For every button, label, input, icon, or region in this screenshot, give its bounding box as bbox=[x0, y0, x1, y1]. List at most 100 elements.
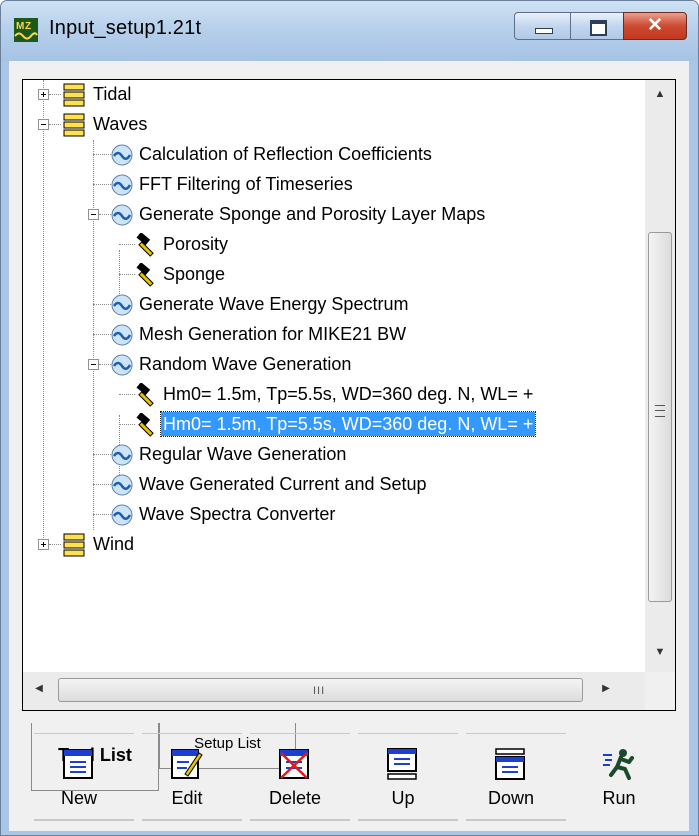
hammer-icon bbox=[136, 233, 154, 257]
divider bbox=[358, 819, 458, 821]
tree-item-label: Hm0= 1.5m, Tp=5.5s, WD=360 deg. N, WL= + bbox=[159, 411, 537, 437]
hammer-icon bbox=[136, 383, 154, 407]
mike-zero-app-icon: M Z bbox=[14, 18, 38, 42]
tree-item-mesh-generation[interactable]: Mesh Generation for MIKE21 BW bbox=[23, 320, 623, 350]
scroll-down-icon[interactable]: ▼ bbox=[645, 646, 675, 658]
vertical-scrollbar[interactable]: ▲ ▼ bbox=[645, 80, 675, 672]
window-title: Input_setup1.21t bbox=[49, 17, 202, 39]
edit-document-icon bbox=[171, 749, 203, 779]
tree-content: Tidal Waves Calculation of Reflection Co… bbox=[23, 80, 645, 672]
divider bbox=[466, 819, 566, 821]
scroll-up-icon[interactable]: ▲ bbox=[645, 88, 675, 100]
divider bbox=[34, 733, 134, 734]
tree-line bbox=[49, 94, 61, 95]
horizontal-scroll-thumb[interactable]: III bbox=[58, 678, 583, 702]
up-button[interactable]: Up bbox=[353, 733, 458, 823]
maximize-button[interactable] bbox=[570, 12, 624, 40]
wave-tool-icon bbox=[111, 324, 133, 346]
tree-line bbox=[93, 334, 111, 335]
vertical-scroll-thumb[interactable] bbox=[648, 232, 672, 602]
tree-item-reflection-coefficients[interactable]: Calculation of Reflection Coefficients bbox=[23, 140, 623, 170]
divider bbox=[466, 733, 566, 734]
hammer-icon bbox=[136, 263, 154, 287]
tree-item-porosity[interactable]: Porosity bbox=[23, 230, 623, 260]
scroll-left-icon[interactable]: ◀ bbox=[31, 683, 47, 694]
folder-stack-icon bbox=[63, 83, 85, 107]
folder-stack-icon bbox=[63, 533, 85, 557]
delete-button-label: Delete bbox=[268, 788, 322, 808]
tree-item-label: Wave Spectra Converter bbox=[139, 504, 336, 524]
tree-item-label: Hm0= 1.5m, Tp=5.5s, WD=360 deg. N, WL= + bbox=[163, 384, 534, 404]
wave-tool-icon bbox=[111, 504, 133, 526]
tree-item-label: Wave Generated Current and Setup bbox=[139, 474, 427, 494]
wave-tool-icon bbox=[111, 174, 133, 196]
new-button-label: New bbox=[60, 788, 97, 808]
wave-tool-icon bbox=[111, 354, 133, 376]
tree-item-wave-spectra-converter[interactable]: Wave Spectra Converter bbox=[23, 500, 623, 530]
wave-tool-icon bbox=[111, 474, 133, 496]
tree-line bbox=[99, 214, 111, 215]
tree-item-label: Calculation of Reflection Coefficients bbox=[139, 144, 432, 164]
close-button[interactable]: ✕ bbox=[623, 12, 687, 40]
wave-tool-icon bbox=[111, 204, 133, 226]
tree-item-wave-generated-current[interactable]: Wave Generated Current and Setup bbox=[23, 470, 623, 500]
tree-item-label: Generate Wave Energy Spectrum bbox=[139, 294, 409, 314]
run-button[interactable]: Run bbox=[569, 733, 669, 823]
tree-line bbox=[49, 124, 61, 125]
tree-line bbox=[99, 364, 111, 365]
minimize-icon bbox=[535, 28, 553, 34]
tree-item-label: Porosity bbox=[163, 234, 229, 254]
delete-button[interactable]: Delete bbox=[245, 733, 350, 823]
scrollbar-corner bbox=[645, 672, 675, 710]
folder-stack-icon bbox=[63, 113, 85, 137]
divider bbox=[358, 733, 458, 734]
collapse-icon[interactable] bbox=[38, 119, 49, 130]
expand-icon[interactable] bbox=[38, 89, 49, 100]
maximize-icon bbox=[590, 20, 607, 36]
grip-icon: III bbox=[313, 685, 326, 697]
tree-item-regular-wave-generation[interactable]: Regular Wave Generation bbox=[23, 440, 623, 470]
tree-item-label: Regular Wave Generation bbox=[139, 444, 347, 464]
tree-item-sponge-porosity-maps[interactable]: Generate Sponge and Porosity Layer Maps bbox=[23, 200, 623, 230]
tree-item-label: Waves bbox=[93, 114, 148, 134]
action-toolbar: New Edit Delete Up Down Run bbox=[29, 733, 679, 823]
run-button-label: Run bbox=[602, 788, 636, 808]
tree-item-sponge[interactable]: Sponge bbox=[23, 260, 623, 290]
tree-line bbox=[119, 394, 135, 395]
tree-item-wind[interactable]: Wind bbox=[23, 530, 623, 560]
tree-item-waves[interactable]: Waves bbox=[23, 110, 623, 140]
down-button[interactable]: Down bbox=[461, 733, 566, 823]
expand-icon[interactable] bbox=[38, 539, 49, 550]
svg-text:Z: Z bbox=[25, 21, 31, 32]
close-icon: ✕ bbox=[647, 15, 663, 36]
svg-text:M: M bbox=[16, 21, 24, 32]
tree-item-wave-energy-spectrum[interactable]: Generate Wave Energy Spectrum bbox=[23, 290, 623, 320]
new-button[interactable]: New bbox=[29, 733, 134, 823]
tree-line bbox=[93, 454, 111, 455]
tree-item-random-wave-setup-selected[interactable]: Hm0= 1.5m, Tp=5.5s, WD=360 deg. N, WL= + bbox=[23, 410, 645, 440]
scroll-right-icon[interactable]: ▶ bbox=[598, 683, 614, 694]
divider bbox=[34, 819, 134, 821]
tree-item-random-wave-generation[interactable]: Random Wave Generation bbox=[23, 350, 623, 380]
tree-item-label: Wind bbox=[93, 534, 135, 554]
tree-item-random-wave-setup[interactable]: Hm0= 1.5m, Tp=5.5s, WD=360 deg. N, WL= + bbox=[23, 380, 645, 410]
collapse-icon[interactable] bbox=[88, 359, 99, 370]
tree-item-tidal[interactable]: Tidal bbox=[23, 80, 623, 110]
edit-button-label: Edit bbox=[171, 788, 203, 808]
horizontal-scrollbar[interactable]: ◀ III ▶ bbox=[23, 672, 645, 710]
tool-tree[interactable]: Tidal Waves Calculation of Reflection Co… bbox=[22, 79, 676, 711]
app-window: M Z Input_setup1.21t ✕ Tidal Waves Calcu… bbox=[0, 0, 699, 836]
edit-button[interactable]: Edit bbox=[137, 733, 242, 823]
hammer-icon bbox=[136, 413, 154, 437]
title-bar[interactable]: M Z Input_setup1.21t ✕ bbox=[1, 1, 698, 61]
tree-line bbox=[93, 514, 111, 515]
divider bbox=[142, 819, 242, 821]
tree-item-label: Sponge bbox=[163, 264, 226, 284]
tree-line bbox=[119, 274, 135, 275]
minimize-button[interactable] bbox=[514, 12, 571, 40]
collapse-icon[interactable] bbox=[88, 209, 99, 220]
divider bbox=[250, 733, 350, 734]
tree-item-fft-filtering[interactable]: FFT Filtering of Timeseries bbox=[23, 170, 623, 200]
tree-line bbox=[49, 544, 61, 545]
wave-tool-icon bbox=[111, 294, 133, 316]
